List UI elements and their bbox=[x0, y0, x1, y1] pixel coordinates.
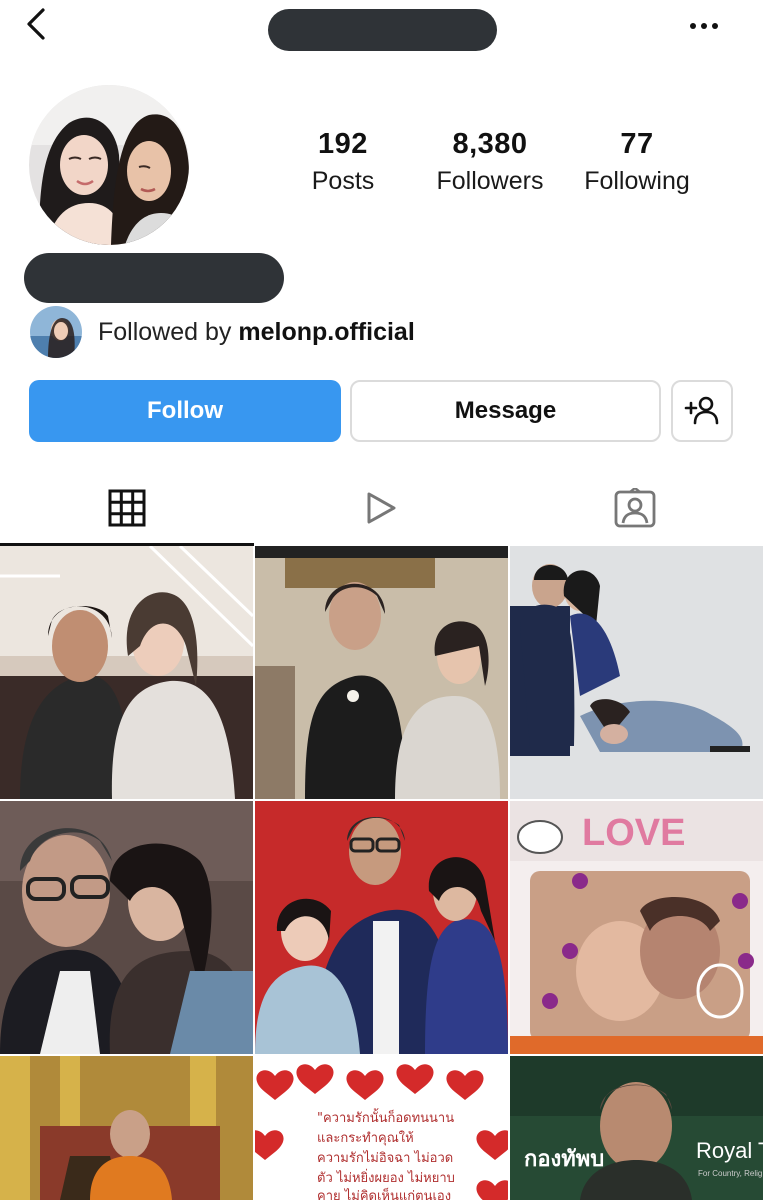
top-bar bbox=[0, 0, 763, 60]
chevron-left-icon bbox=[27, 8, 45, 40]
love-sticker-text: LOVE bbox=[582, 812, 685, 854]
post-thumbnail[interactable] bbox=[510, 546, 763, 799]
followers-count: 8,380 bbox=[452, 128, 528, 160]
post-thumbnail[interactable] bbox=[0, 1056, 253, 1200]
grid-icon bbox=[108, 489, 146, 527]
post-thumbnail[interactable] bbox=[0, 546, 253, 799]
royal-text: Royal T bbox=[696, 1138, 763, 1163]
posts-count: 192 bbox=[318, 128, 368, 160]
posts-grid: LOVE "ความรักนั้นก็อดทนนาน และกระทำคุณให… bbox=[0, 546, 763, 1200]
tab-tagged[interactable] bbox=[508, 470, 762, 546]
army-text: กองทัพบ bbox=[524, 1147, 604, 1172]
add-user-icon bbox=[684, 396, 719, 425]
followers-stat[interactable]: 8,380 Followers bbox=[415, 128, 565, 196]
followers-label: Followers bbox=[436, 167, 544, 195]
post-thumbnail[interactable] bbox=[0, 801, 253, 1054]
quote-line: "ความรักนั้นก็อดทนนาน bbox=[317, 1108, 454, 1126]
royal-subtext: For Country, Relig bbox=[698, 1169, 762, 1178]
profile-avatar[interactable] bbox=[29, 85, 189, 245]
post-thumbnail[interactable]: LOVE bbox=[510, 801, 763, 1054]
username-redacted bbox=[268, 9, 497, 51]
follower-avatar bbox=[30, 306, 82, 358]
following-stat[interactable]: 77 Following bbox=[562, 128, 712, 196]
reels-icon bbox=[367, 492, 396, 524]
more-horizontal-icon bbox=[690, 23, 718, 29]
suggested-users-button[interactable] bbox=[671, 380, 733, 442]
tab-posts-grid[interactable] bbox=[0, 470, 254, 546]
back-button[interactable] bbox=[18, 6, 54, 42]
follow-button[interactable]: Follow bbox=[29, 380, 341, 442]
profile-tabs bbox=[0, 470, 763, 546]
display-name-redacted bbox=[24, 253, 284, 303]
posts-stat[interactable]: 192 Posts bbox=[268, 128, 418, 196]
posts-label: Posts bbox=[311, 167, 375, 195]
quote-line: คาย ไม่คิดเห็นแก่ตนเอง bbox=[317, 1186, 451, 1200]
quote-line: ความรักไม่อิจฉา ไม่อวด bbox=[317, 1150, 453, 1166]
post-thumbnail[interactable]: กองทัพบ Royal T For Country, Relig bbox=[510, 1056, 763, 1200]
tab-reels[interactable] bbox=[254, 470, 508, 546]
post-thumbnail[interactable] bbox=[255, 801, 508, 1054]
tagged-icon bbox=[614, 488, 656, 528]
followed-by-username[interactable]: melonp.official bbox=[238, 318, 414, 346]
quote-line: และกระทำคุณให้ bbox=[317, 1130, 414, 1146]
quote-line: ตัว ไม่หยิ่งผยอง ไม่หยาบ bbox=[317, 1169, 455, 1186]
post-thumbnail[interactable] bbox=[255, 546, 508, 799]
following-label: Following bbox=[584, 167, 690, 195]
followed-by-prefix: Followed by bbox=[98, 317, 239, 346]
post-thumbnail[interactable]: "ความรักนั้นก็อดทนนาน และกระทำคุณให้ ควา… bbox=[255, 1056, 508, 1200]
followed-by-text: Followed by melonp.official bbox=[98, 318, 415, 347]
more-options-button[interactable] bbox=[686, 14, 722, 38]
message-button[interactable]: Message bbox=[350, 380, 661, 442]
following-count: 77 bbox=[620, 128, 654, 160]
followed-by-row[interactable]: Followed by melonp.official bbox=[30, 306, 415, 358]
